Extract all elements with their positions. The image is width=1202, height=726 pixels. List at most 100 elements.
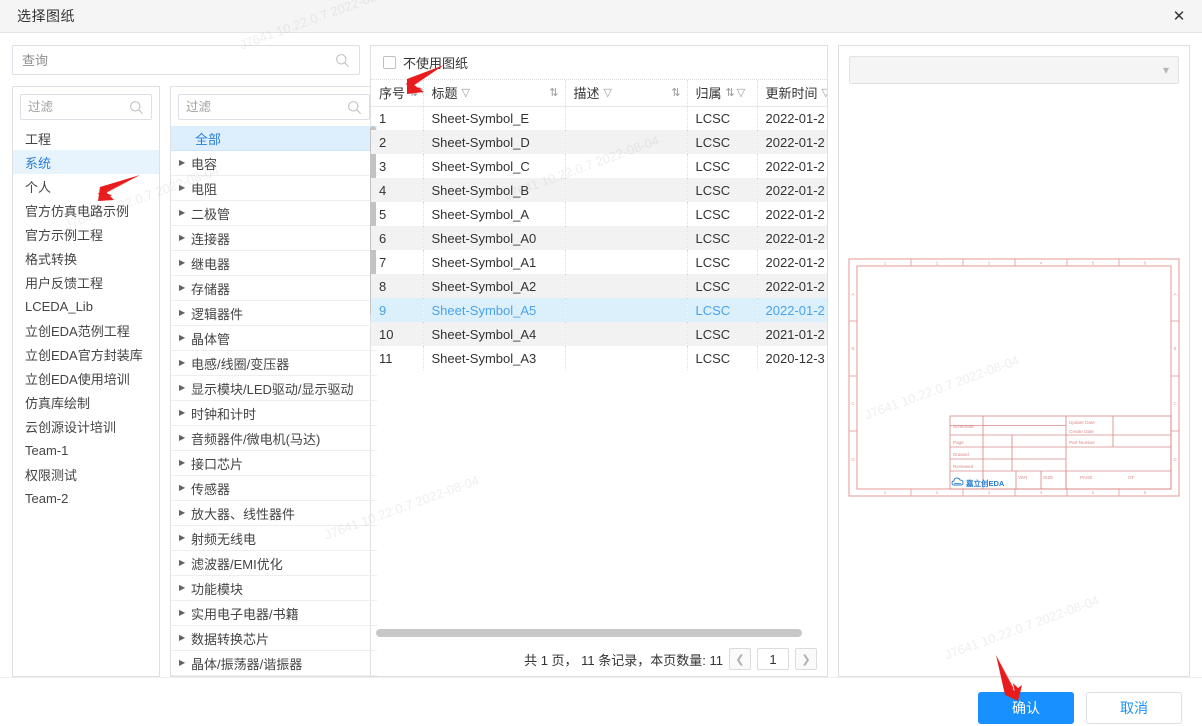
category-tree-item[interactable]: ▶ 音频器件/微电机(马达): [171, 426, 377, 451]
filter-icon[interactable]: ▽: [462, 86, 470, 99]
category-tree-item[interactable]: ▶ 放大器、线性器件: [171, 501, 377, 526]
source-list-item[interactable]: 立创EDA范例工程: [13, 318, 159, 342]
category-tree-item[interactable]: ▶ 逻辑器件: [171, 301, 377, 326]
table-row[interactable]: 7 Sheet-Symbol_A1 LCSC 2022-01-2: [371, 250, 827, 274]
table-row[interactable]: 3 Sheet-Symbol_C LCSC 2022-01-2: [371, 154, 827, 178]
category-tree-item[interactable]: ▶ 时钟和计时: [171, 401, 377, 426]
chevron-right-icon[interactable]: ▶: [179, 309, 191, 317]
preview-dropdown[interactable]: ▾: [849, 56, 1179, 84]
category-tree-item[interactable]: 全部: [171, 126, 377, 151]
category-tree-item[interactable]: ▶ 晶体管: [171, 326, 377, 351]
source-list-item[interactable]: 官方示例工程: [13, 222, 159, 246]
chevron-right-icon[interactable]: ▶: [179, 184, 191, 192]
table-header-desc[interactable]: 描述 ▽ ⇅: [565, 80, 688, 107]
source-list-item[interactable]: 工程: [13, 126, 159, 150]
source-list-item[interactable]: LCEDA_Lib: [13, 294, 159, 318]
chevron-right-icon[interactable]: ▶: [179, 659, 191, 667]
chevron-right-icon[interactable]: ▶: [179, 334, 191, 342]
category-tree-item[interactable]: ▶ 传感器: [171, 476, 377, 501]
search-input[interactable]: [22, 52, 335, 68]
source-filter-input[interactable]: [28, 100, 129, 114]
table-header-label: 更新时间: [765, 86, 818, 102]
cancel-button[interactable]: 取消: [1086, 692, 1182, 724]
table-header-updated[interactable]: 更新时间 ▽: [757, 80, 827, 107]
category-filter-input[interactable]: [186, 100, 347, 114]
source-list-item[interactable]: 仿真库绘制: [13, 390, 159, 414]
source-list-item[interactable]: 官方仿真电路示例: [13, 198, 159, 222]
no-sheet-label[interactable]: 不使用图纸: [403, 53, 468, 72]
category-tree-item[interactable]: ▶ 继电器: [171, 251, 377, 276]
chevron-right-icon[interactable]: ▶: [179, 609, 191, 617]
filter-icon[interactable]: ▽: [604, 86, 612, 99]
filter-icon[interactable]: ▽: [737, 86, 745, 99]
source-list-item[interactable]: Team-1: [13, 438, 159, 462]
table-row[interactable]: 5 Sheet-Symbol_A LCSC 2022-01-2: [371, 202, 827, 226]
source-list-item[interactable]: 用户反馈工程: [13, 270, 159, 294]
table-header-owner[interactable]: 归属 ⇅ ▽: [687, 80, 758, 107]
source-list-item[interactable]: 系统: [13, 150, 159, 174]
category-tree-item[interactable]: ▶ 接口芯片: [171, 451, 377, 476]
chevron-right-icon[interactable]: ▶: [179, 634, 191, 642]
table-row[interactable]: 8 Sheet-Symbol_A2 LCSC 2022-01-2: [371, 274, 827, 298]
sort-icon[interactable]: ⇅: [726, 86, 735, 99]
source-list-item[interactable]: 立创EDA官方封装库: [13, 342, 159, 366]
table-row[interactable]: 2 Sheet-Symbol_D LCSC 2022-01-2: [371, 130, 827, 154]
source-list-item[interactable]: 个人: [13, 174, 159, 198]
chevron-right-icon[interactable]: ▶: [179, 409, 191, 417]
table-row[interactable]: 6 Sheet-Symbol_A0 LCSC 2022-01-2: [371, 226, 827, 250]
category-tree-item[interactable]: ▶ 电感/线圈/变压器: [171, 351, 377, 376]
chevron-right-icon[interactable]: ▶: [179, 259, 191, 267]
category-tree-item[interactable]: ▶ 连接器: [171, 226, 377, 251]
category-tree-item[interactable]: ▶ 电阻: [171, 176, 377, 201]
confirm-button[interactable]: 确认: [978, 692, 1074, 724]
category-tree-item[interactable]: ▶ 存储器: [171, 276, 377, 301]
category-filter-box[interactable]: [178, 94, 370, 120]
table-row[interactable]: 10 Sheet-Symbol_A4 LCSC 2021-01-2: [371, 322, 827, 346]
category-tree-item[interactable]: ▶ 显示模块/LED驱动/显示驱动: [171, 376, 377, 401]
source-filter-box[interactable]: [20, 94, 152, 120]
chevron-right-icon[interactable]: ▶: [179, 584, 191, 592]
table-header-seq[interactable]: 序号⇅▽: [371, 80, 424, 107]
table-row[interactable]: 4 Sheet-Symbol_B LCSC 2022-01-2: [371, 178, 827, 202]
chevron-right-icon[interactable]: ▶: [179, 509, 191, 517]
table-row[interactable]: 1 Sheet-Symbol_E LCSC 2022-01-2: [371, 106, 827, 130]
no-sheet-checkbox[interactable]: [383, 56, 396, 69]
category-tree-item[interactable]: ▶ 射频无线电: [171, 526, 377, 551]
category-tree-item[interactable]: ▶ 功能模块: [171, 576, 377, 601]
chevron-right-icon[interactable]: ▶: [179, 484, 191, 492]
chevron-right-icon[interactable]: ▶: [179, 359, 191, 367]
source-list-item[interactable]: 立创EDA使用培训: [13, 366, 159, 390]
chevron-right-icon[interactable]: ▶: [179, 434, 191, 442]
sort-icon[interactable]: ⇅: [549, 86, 558, 99]
chevron-right-icon[interactable]: ▶: [179, 284, 191, 292]
table-header-title[interactable]: 标题 ▽ ⇅: [423, 80, 566, 107]
category-tree-item[interactable]: ▶ 二极管: [171, 201, 377, 226]
table-row[interactable]: 9 Sheet-Symbol_A5 LCSC 2022-01-2: [371, 298, 827, 322]
source-list-item[interactable]: 权限测试: [13, 462, 159, 486]
chevron-right-icon[interactable]: ▶: [179, 384, 191, 392]
category-tree-item[interactable]: ▶ 滤波器/EMI优化: [171, 551, 377, 576]
chevron-left-icon[interactable]: ❮: [729, 648, 751, 670]
source-list-item[interactable]: Team-2: [13, 486, 159, 510]
source-list-item[interactable]: 格式转换: [13, 246, 159, 270]
chevron-right-icon[interactable]: ▶: [179, 559, 191, 567]
category-tree-item[interactable]: ▶ 晶体/振荡器/谐振器: [171, 651, 377, 676]
category-tree-item[interactable]: ▶ 数据转换芯片: [171, 626, 377, 651]
filter-icon[interactable]: ▽: [822, 86, 827, 99]
source-list-item[interactable]: 云创源设计培训: [13, 414, 159, 438]
chevron-right-icon[interactable]: ▶: [179, 159, 191, 167]
table-row[interactable]: 11 Sheet-Symbol_A3 LCSC 2020-12-3: [371, 346, 827, 370]
sort-icon[interactable]: ⇅: [671, 86, 680, 99]
chevron-right-icon[interactable]: ▶: [179, 234, 191, 242]
chevron-right-icon[interactable]: ▶: [179, 534, 191, 542]
table-horizontal-scrollbar[interactable]: [376, 629, 802, 637]
page-number-input[interactable]: 1: [757, 648, 789, 670]
chevron-right-icon[interactable]: ▶: [179, 459, 191, 467]
category-tree-item[interactable]: ▶ 实用电子电器/书籍: [171, 601, 377, 626]
sort-icon[interactable]: ⇅: [409, 86, 418, 99]
close-icon[interactable]: ✕: [1156, 0, 1202, 32]
query-search-box[interactable]: [12, 45, 360, 75]
category-tree-item[interactable]: ▶ 电容: [171, 151, 377, 176]
chevron-right-icon[interactable]: ❯: [795, 648, 817, 670]
chevron-right-icon[interactable]: ▶: [179, 209, 191, 217]
